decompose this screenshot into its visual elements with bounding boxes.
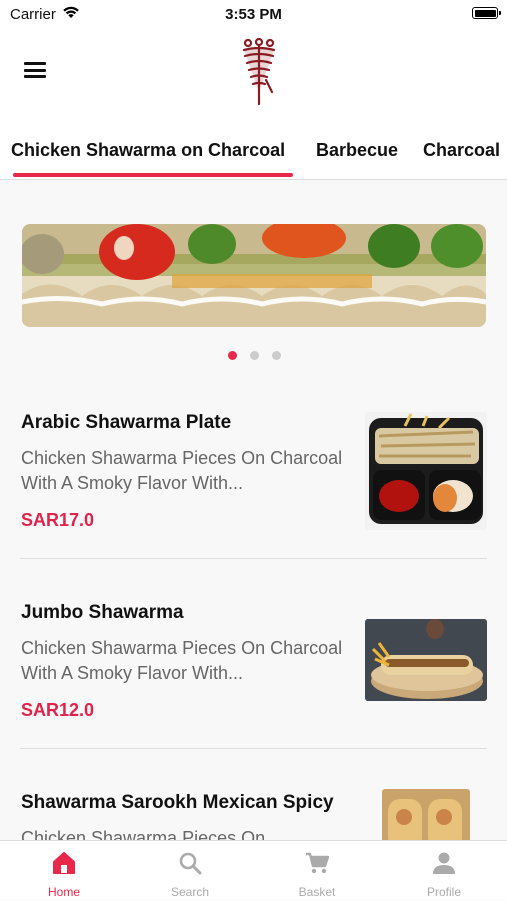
- menu-item[interactable]: Arabic Shawarma Plate Chicken Shawarma P…: [0, 400, 507, 558]
- nav-search[interactable]: Search: [127, 841, 253, 901]
- carousel-dots: [0, 351, 507, 361]
- bottom-nav: Home Search Basket Profile: [0, 840, 507, 900]
- menu-item[interactable]: Jumbo Shawarma Chicken Shawarma Pieces O…: [0, 590, 507, 748]
- carousel-dot-active[interactable]: [228, 351, 237, 360]
- divider: [20, 558, 487, 559]
- divider: [20, 748, 487, 749]
- profile-icon: [433, 852, 455, 874]
- nav-search-label: Search: [170, 885, 210, 899]
- home-icon: [53, 852, 75, 874]
- nav-profile[interactable]: Profile: [381, 841, 507, 901]
- hamburger-icon[interactable]: [24, 62, 46, 78]
- cart-icon: [306, 852, 329, 874]
- item-image: [382, 789, 470, 840]
- tab-chicken-shawarma[interactable]: Chicken Shawarma on Charcoal: [11, 140, 285, 161]
- item-description: Chicken Shawarma Pieces On Charcoal With…: [21, 638, 343, 683]
- tab-barbecue[interactable]: Barbecue: [316, 140, 398, 161]
- item-description: Chicken Shawarma Pieces On: [21, 828, 266, 840]
- item-title: Jumbo Shawarma: [21, 602, 184, 623]
- item-price: SAR17.0: [21, 510, 95, 530]
- header: [0, 28, 507, 112]
- battery-icon: [472, 7, 501, 19]
- carousel-dot[interactable]: [250, 351, 259, 360]
- nav-basket-label: Basket: [298, 885, 336, 899]
- item-title: Shawarma Sarookh Mexican Spicy: [21, 792, 334, 813]
- item-description: Chicken Shawarma Pieces On Charcoal With…: [21, 448, 343, 493]
- item-title: Arabic Shawarma Plate: [21, 412, 232, 433]
- search-icon: [179, 852, 202, 875]
- category-tabs: Chicken Shawarma on Charcoal Barbecue Ch…: [0, 112, 507, 180]
- promo-banner-image[interactable]: [22, 224, 486, 327]
- nav-basket[interactable]: Basket: [254, 841, 380, 901]
- status-bar: Carrier 3:53 PM: [0, 0, 507, 28]
- item-image: [365, 412, 487, 530]
- tab-charcoal[interactable]: Charcoal: [423, 140, 500, 161]
- menu-item[interactable]: Shawarma Sarookh Mexican Spicy Chicken S…: [0, 780, 507, 840]
- shawarma-logo: [236, 34, 282, 108]
- active-tab-indicator: [13, 173, 293, 177]
- item-image: [365, 619, 487, 701]
- nav-profile-label: Profile: [426, 885, 461, 899]
- carousel-dot[interactable]: [272, 351, 281, 360]
- clock: 3:53 PM: [225, 6, 282, 23]
- item-price: SAR12.0: [21, 700, 95, 720]
- nav-home[interactable]: Home: [1, 841, 127, 901]
- nav-home-label: Home: [47, 885, 80, 899]
